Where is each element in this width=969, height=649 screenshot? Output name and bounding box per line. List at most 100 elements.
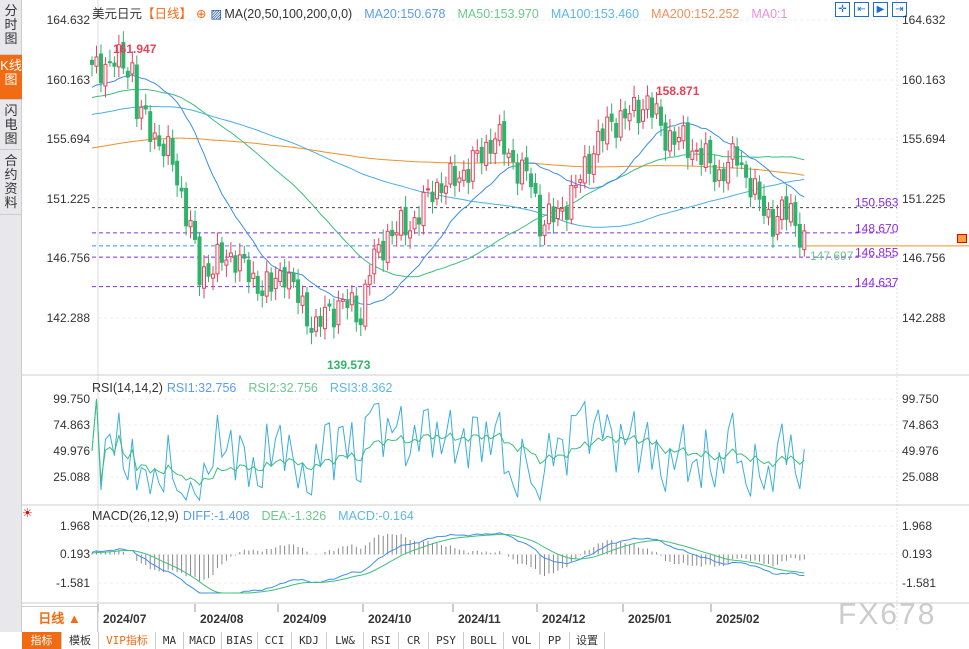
main-header: 美元日元【日线】 ⊕ ▨ MA(20,50,100,200,0,0) MA20:150.… <box>92 3 800 22</box>
toolbar-tab-bias[interactable]: BIAS <box>222 632 258 649</box>
crosshair-icon[interactable]: ⊕ <box>196 7 206 21</box>
level-label: 148.670 <box>855 221 899 236</box>
candle-body <box>569 184 574 220</box>
toolbar-tab-vol[interactable]: VOL <box>504 632 540 649</box>
candle-body <box>578 179 583 183</box>
candle-body <box>515 162 520 184</box>
candle-body <box>739 162 744 165</box>
candle-body <box>457 177 462 183</box>
toolbar-tab-设置[interactable]: 设置 <box>570 632 605 649</box>
toolbar-tab-cci[interactable]: CCI <box>258 632 292 649</box>
candle-body <box>546 203 551 225</box>
toolbar-tab-cr[interactable]: CR <box>399 632 429 649</box>
toolbar-tab-psy[interactable]: PSY <box>429 632 464 649</box>
chart-canvas[interactable] <box>0 0 969 632</box>
macd-axis-label: 0.193 <box>902 547 933 561</box>
candle-body <box>721 168 726 182</box>
candle-body <box>184 188 189 227</box>
level-label: 144.637 <box>855 275 899 290</box>
macd-axis-label: 1.968 <box>59 519 90 533</box>
candle-body <box>443 185 448 194</box>
candle-body <box>663 122 668 151</box>
rsi2-value: RSI2:32.756 <box>248 381 318 395</box>
toolbar-tab-vip指标[interactable]: VIP指标 <box>99 632 156 649</box>
candle-body <box>390 229 395 237</box>
toolbar-tab-rsi[interactable]: RSI <box>364 632 399 649</box>
price-axis-label: 146.756 <box>46 251 90 265</box>
candle-body <box>94 56 99 67</box>
rsi1-line <box>91 398 805 486</box>
rsi1-value: RSI1:32.756 <box>166 381 237 395</box>
toolbar-tab-boll[interactable]: BOLL <box>464 632 504 649</box>
toolbar-tab-模板[interactable]: 模板 <box>62 632 99 649</box>
crosshair-button-icon[interactable]: ✛ <box>835 2 850 17</box>
symbol-name: 美元日元 <box>92 7 143 21</box>
candle-body <box>667 130 672 152</box>
candle-body <box>784 196 789 220</box>
candle-body <box>685 122 690 159</box>
candle-body <box>148 111 153 143</box>
date-axis-label: 2024/10 <box>368 612 412 626</box>
zoom-range-icon[interactable]: ⇤ <box>854 2 869 17</box>
toolbar-tab-ma[interactable]: MA <box>156 632 184 649</box>
candle-body <box>291 272 296 283</box>
rsi-axis-label: 99.750 <box>902 392 939 406</box>
candle-body <box>623 108 628 119</box>
date-axis-label: 2025/01 <box>628 612 672 626</box>
candle-body <box>699 148 704 165</box>
price-axis-label: 151.225 <box>46 192 90 206</box>
candle-body <box>542 224 547 236</box>
candle-body <box>430 191 435 203</box>
macd-axis-label: -1.581 <box>902 576 937 590</box>
candle-body <box>448 162 453 185</box>
candle-body <box>497 124 502 142</box>
candle-body <box>197 236 202 286</box>
candle-body <box>210 273 215 279</box>
price-axis-label: 151.225 <box>902 192 946 206</box>
candle-body <box>408 230 413 239</box>
toolbar-tab-lw&[interactable]: LW& <box>327 632 364 649</box>
high2-annotation: 158.871 <box>656 84 700 98</box>
candle-body <box>412 217 417 230</box>
candle-body <box>273 277 278 290</box>
candle-body <box>744 164 749 178</box>
candle-body <box>538 194 542 237</box>
price-alert-marker-icon[interactable] <box>957 234 967 243</box>
candle-body <box>672 131 677 145</box>
price-axis-label: 164.632 <box>902 13 946 27</box>
candle-body <box>322 306 327 330</box>
ma50-value: MA50:153.970 <box>457 7 539 21</box>
rsi-label: RSI(14,14,2) <box>92 381 163 395</box>
candle-body <box>452 166 457 186</box>
ma-chart-icon[interactable]: ▨ <box>211 7 223 21</box>
candle-body <box>125 70 130 78</box>
candle-body <box>762 195 766 216</box>
play-icon[interactable]: ▶ <box>873 2 888 17</box>
toolbar-tab-pp[interactable]: PP <box>540 632 570 649</box>
candle-body <box>426 188 430 191</box>
candle-body <box>502 121 507 155</box>
candle-body <box>161 143 166 157</box>
rsi3-value: RSI3:8.362 <box>329 381 393 395</box>
candle-body <box>560 208 565 212</box>
candle-body <box>766 208 771 218</box>
rsi-axis-label: 49.976 <box>53 444 90 458</box>
candle-body <box>336 300 341 326</box>
candle-body <box>260 290 265 296</box>
toolbar-tab-指标[interactable]: 指标 <box>22 632 62 649</box>
candle-body <box>134 64 139 120</box>
period-selector[interactable]: 日线 ▲ <box>22 606 98 632</box>
ma100-line <box>91 105 805 228</box>
level-label: 150.563 <box>855 195 899 210</box>
candle-body <box>658 106 663 126</box>
date-axis-label: 2024/11 <box>458 612 501 626</box>
candle-body <box>802 230 807 251</box>
toolbar-tab-kdj[interactable]: KDJ <box>292 632 327 649</box>
indicator-settings-icon[interactable]: ☀ <box>22 506 33 520</box>
candle-body <box>417 217 422 225</box>
candle-body <box>296 279 301 303</box>
candle-body <box>650 97 654 118</box>
candle-body <box>466 169 471 183</box>
toolbar-tab-macd[interactable]: MACD <box>184 632 222 649</box>
candle-body <box>654 103 659 115</box>
